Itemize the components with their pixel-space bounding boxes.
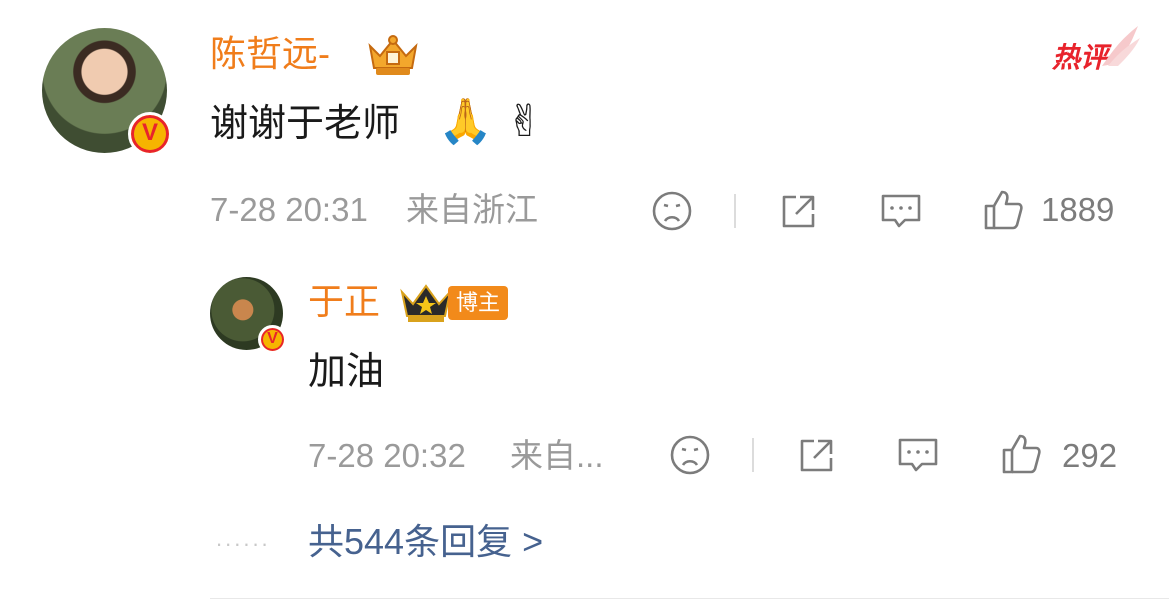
thumbs-up-icon[interactable] <box>982 188 1024 232</box>
reply-sad-face-icon[interactable] <box>669 434 711 476</box>
action-divider <box>734 194 736 228</box>
comment-location: 来自浙江 <box>406 191 538 228</box>
comment-text: 谢谢于老师 <box>210 103 401 145</box>
comment-author-name[interactable]: 陈哲远- <box>210 32 330 76</box>
crown-icon <box>398 282 454 324</box>
like-count: 1889 <box>1041 191 1115 228</box>
comment-icon[interactable] <box>879 190 923 232</box>
sad-face-icon[interactable] <box>651 190 693 232</box>
comment-time: 7-28 20:31 <box>210 191 368 228</box>
reply-text: 加油 <box>308 351 385 393</box>
wing-icon <box>1098 22 1142 70</box>
more-dots: ...... <box>216 526 271 551</box>
reply-action-divider <box>752 438 754 472</box>
reply-time: 7-28 20:32 <box>308 437 466 474</box>
fan-crown-icon <box>364 32 422 78</box>
pray-emoji: 🙏 <box>438 97 493 146</box>
reply-verified-badge: V <box>258 325 287 354</box>
more-replies-link[interactable]: 共544条回复 > <box>308 520 543 564</box>
host-badge: 博主 <box>448 286 509 320</box>
victory-emoji: ✌ <box>506 97 543 146</box>
bottom-divider <box>210 598 1169 599</box>
reply-comment-icon[interactable] <box>896 434 940 476</box>
share-icon[interactable] <box>778 190 820 232</box>
verified-badge: V <box>128 112 172 156</box>
reply-thumbs-up-icon[interactable] <box>1000 432 1042 476</box>
reply-share-icon[interactable] <box>796 434 838 476</box>
reply-like-count: 292 <box>1062 437 1118 474</box>
reply-author-name[interactable]: 于正 <box>308 280 380 324</box>
reply-location: 来自... <box>510 437 604 474</box>
